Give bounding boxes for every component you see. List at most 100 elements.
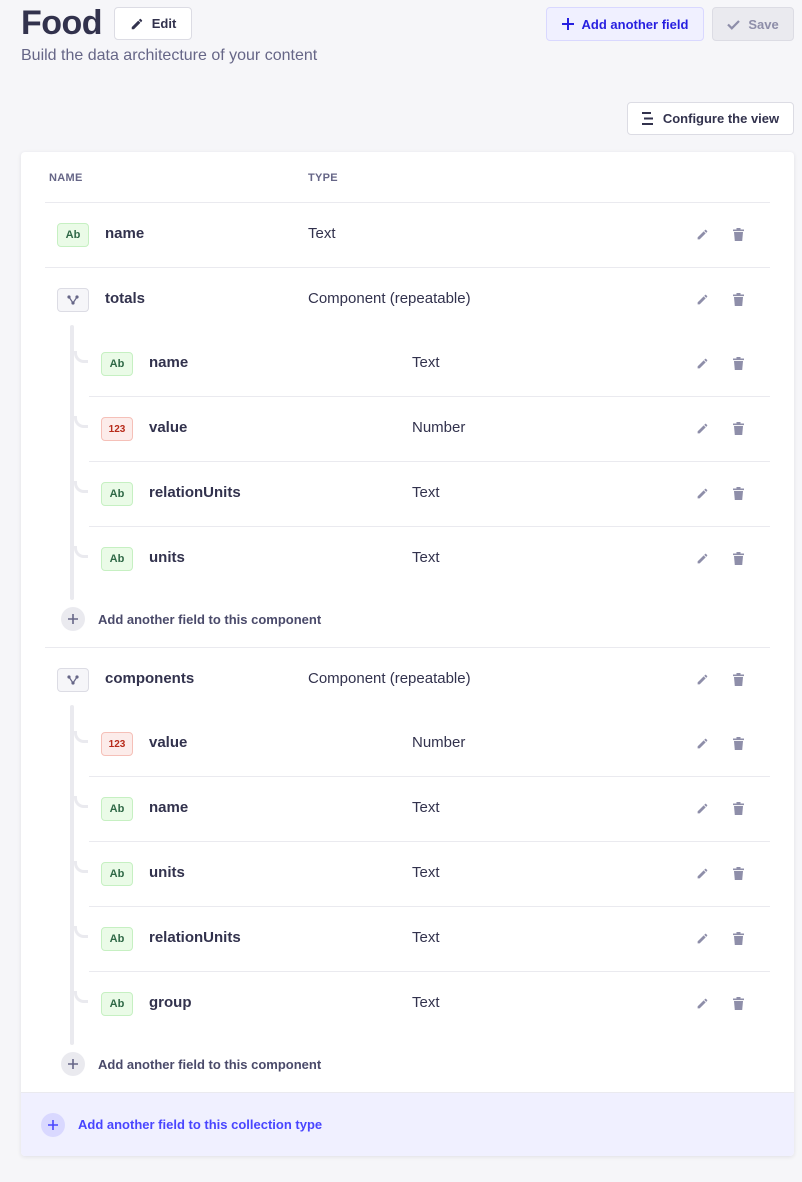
edit-field-button[interactable] — [694, 995, 710, 1011]
edit-field-button[interactable] — [694, 735, 710, 751]
subfield-row[interactable]: 123 value Number — [21, 711, 794, 776]
add-field-to-component-button[interactable]: Add another field to this component — [61, 607, 321, 631]
page-title: Food — [21, 4, 103, 42]
trash-icon — [732, 227, 744, 241]
list-settings-icon — [641, 112, 653, 125]
trash-icon — [732, 551, 744, 565]
field-row[interactable]: Ab name Text — [21, 202, 794, 267]
text-type-icon: Ab — [101, 482, 133, 506]
component-icon — [67, 295, 79, 305]
plus-icon — [61, 1052, 85, 1076]
delete-field-button[interactable] — [730, 355, 746, 371]
edit-field-button[interactable] — [694, 671, 710, 687]
field-name: name — [105, 225, 145, 242]
subfield-row[interactable]: Ab units Text — [21, 841, 794, 906]
pencil-icon — [697, 423, 707, 433]
pencil-icon — [697, 488, 707, 498]
pencil-icon — [697, 933, 707, 943]
page-header: Food Edit Build the data architecture of… — [0, 0, 802, 90]
delete-field-button[interactable] — [730, 550, 746, 566]
subfield-row[interactable]: Ab units Text — [21, 526, 794, 591]
text-type-icon: Ab — [101, 862, 133, 886]
page-subtitle: Build the data architecture of your cont… — [21, 47, 318, 64]
delete-field-button[interactable] — [730, 291, 746, 307]
plus-icon — [61, 607, 85, 631]
field-name: relationUnits — [149, 929, 241, 946]
fields-table: NAME TYPE Ab name Text totals Component … — [21, 152, 794, 1156]
trash-icon — [732, 931, 744, 945]
component-type-icon — [57, 288, 89, 312]
edit-field-button[interactable] — [694, 485, 710, 501]
subfield-row[interactable]: 123 value Number — [21, 396, 794, 461]
delete-field-button[interactable] — [730, 226, 746, 242]
field-type: Text — [412, 484, 440, 501]
pencil-icon — [131, 18, 142, 29]
trash-icon — [732, 356, 744, 370]
field-name: value — [149, 734, 188, 751]
field-name: group — [149, 994, 192, 1011]
field-type: Text — [412, 549, 440, 566]
add-field-to-component-label: Add another field to this component — [98, 1056, 322, 1072]
trash-icon — [732, 866, 744, 880]
field-type: Text — [412, 994, 440, 1011]
field-type: Text — [412, 354, 440, 371]
field-name: units — [149, 549, 185, 566]
delete-field-button[interactable] — [730, 420, 746, 436]
save-button-label: Save — [748, 16, 779, 32]
subfield-row[interactable]: Ab relationUnits Text — [21, 461, 794, 526]
trash-icon — [732, 801, 744, 815]
subfield-row[interactable]: Ab relationUnits Text — [21, 906, 794, 971]
pencil-icon — [697, 294, 707, 304]
edit-field-button[interactable] — [694, 800, 710, 816]
subfield-row[interactable]: Ab name Text — [21, 776, 794, 841]
pencil-icon — [697, 358, 707, 368]
field-row[interactable]: totals Component (repeatable) — [21, 267, 794, 332]
add-another-field-button[interactable]: Add another field — [546, 7, 704, 41]
number-type-icon: 123 — [101, 417, 133, 441]
pencil-icon — [697, 553, 707, 563]
configure-view-button[interactable]: Configure the view — [627, 102, 794, 135]
field-name: name — [149, 799, 189, 816]
column-header-name: NAME — [49, 172, 83, 184]
edit-field-button[interactable] — [694, 865, 710, 881]
field-row[interactable]: components Component (repeatable) — [21, 647, 794, 712]
column-header-type: TYPE — [308, 172, 338, 184]
delete-field-button[interactable] — [730, 995, 746, 1011]
field-type: Text — [308, 225, 336, 242]
text-type-icon: Ab — [101, 992, 133, 1016]
subfield-row[interactable]: Ab group Text — [21, 971, 794, 1036]
edit-field-button[interactable] — [694, 420, 710, 436]
field-type: Component (repeatable) — [308, 670, 471, 687]
edit-field-button[interactable] — [694, 291, 710, 307]
delete-field-button[interactable] — [730, 735, 746, 751]
text-type-icon: Ab — [101, 797, 133, 821]
field-type: Text — [412, 864, 440, 881]
delete-field-button[interactable] — [730, 930, 746, 946]
edit-field-button[interactable] — [694, 930, 710, 946]
field-name: name — [149, 354, 189, 371]
add-field-to-collection-button[interactable]: Add another field to this collection typ… — [21, 1092, 794, 1156]
save-button[interactable]: Save — [712, 7, 794, 41]
edit-button[interactable]: Edit — [114, 7, 192, 40]
delete-field-button[interactable] — [730, 800, 746, 816]
add-field-to-component-label: Add another field to this component — [98, 611, 322, 627]
trash-icon — [732, 486, 744, 500]
edit-field-button[interactable] — [694, 226, 710, 242]
edit-field-button[interactable] — [694, 355, 710, 371]
trash-icon — [732, 421, 744, 435]
pencil-icon — [697, 229, 707, 239]
delete-field-button[interactable] — [730, 485, 746, 501]
check-icon — [727, 19, 741, 30]
add-field-to-component-button[interactable]: Add another field to this component — [61, 1052, 321, 1076]
pencil-icon — [697, 998, 707, 1008]
field-type: Number — [412, 419, 466, 436]
field-name: components — [105, 670, 195, 687]
subfield-row[interactable]: Ab name Text — [21, 331, 794, 396]
field-name: units — [149, 864, 185, 881]
delete-field-button[interactable] — [730, 671, 746, 687]
edit-field-button[interactable] — [694, 550, 710, 566]
component-type-icon — [57, 668, 89, 692]
delete-field-button[interactable] — [730, 865, 746, 881]
text-type-icon: Ab — [101, 352, 133, 376]
add-another-field-label: Add another field — [581, 16, 689, 32]
